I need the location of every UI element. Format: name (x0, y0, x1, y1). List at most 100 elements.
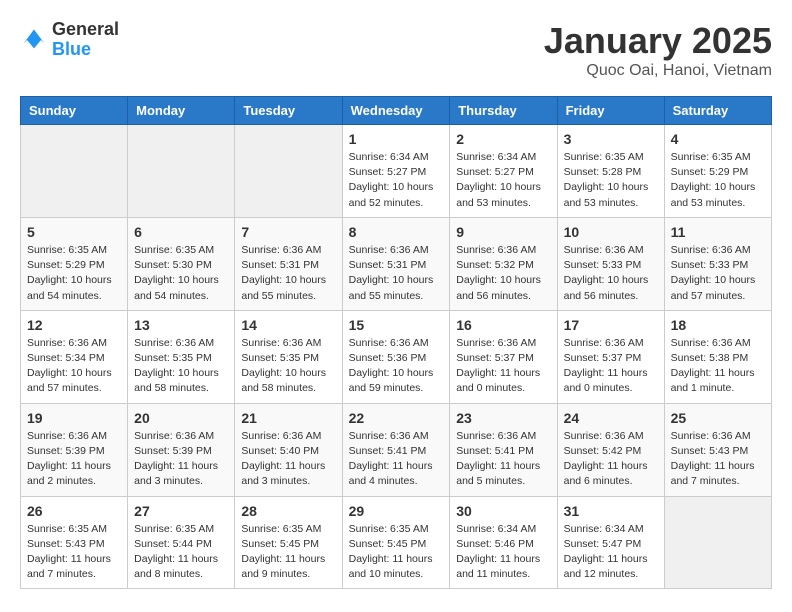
calendar-cell: 29Sunrise: 6:35 AM Sunset: 5:45 PM Dayli… (342, 496, 450, 589)
day-info: Sunrise: 6:35 AM Sunset: 5:43 PM Dayligh… (27, 522, 121, 583)
day-info: Sunrise: 6:34 AM Sunset: 5:27 PM Dayligh… (456, 150, 550, 211)
logo-text: General Blue (52, 20, 119, 60)
logo-general: General (52, 20, 119, 40)
day-info: Sunrise: 6:36 AM Sunset: 5:38 PM Dayligh… (671, 336, 765, 397)
calendar-week-2: 5 Sunrise: 6:35 AM Sunset: 5:29 PM Daylig… (21, 217, 772, 310)
day-number: 24 (564, 410, 658, 426)
column-header-thursday: Thursday (450, 97, 557, 125)
day-number: 1 (349, 131, 444, 147)
day-number: 11 (671, 224, 765, 240)
day-number: 17 (564, 317, 658, 333)
day-number: 13 (134, 317, 228, 333)
day-info: Sunrise: 6:34 AM Sunset: 5:47 PM Dayligh… (564, 522, 658, 583)
day-number: 31 (564, 503, 658, 519)
day-number: 25 (671, 410, 765, 426)
day-info: Sunrise: 6:35 AM Sunset: 5:28 PM Dayligh… (564, 150, 658, 211)
day-info: Sunrise: 6:36 AM Sunset: 5:35 PM Dayligh… (134, 336, 228, 397)
calendar-header-row: SundayMondayTuesdayWednesdayThursdayFrid… (21, 97, 772, 125)
column-header-monday: Monday (128, 97, 235, 125)
day-number: 10 (564, 224, 658, 240)
day-info: Sunrise: 6:35 AM Sunset: 5:30 PM Dayligh… (134, 243, 228, 304)
calendar-cell: 27Sunrise: 6:35 AM Sunset: 5:44 PM Dayli… (128, 496, 235, 589)
calendar-cell: 20 Sunrise: 6:36 AM Sunset: 5:39 PM Dayli… (128, 403, 235, 496)
calendar-cell (128, 125, 235, 218)
day-info: Sunrise: 6:36 AM Sunset: 5:32 PM Dayligh… (456, 243, 550, 304)
day-info: Sunrise: 6:36 AM Sunset: 5:34 PM Dayligh… (27, 336, 121, 397)
calendar-cell: 23Sunrise: 6:36 AM Sunset: 5:41 PM Dayli… (450, 403, 557, 496)
day-info: Sunrise: 6:36 AM Sunset: 5:36 PM Dayligh… (349, 336, 444, 397)
day-number: 23 (456, 410, 550, 426)
calendar-cell: 6 Sunrise: 6:35 AM Sunset: 5:30 PM Daylig… (128, 217, 235, 310)
day-info: Sunrise: 6:35 AM Sunset: 5:29 PM Dayligh… (671, 150, 765, 211)
calendar-cell: 30Sunrise: 6:34 AM Sunset: 5:46 PM Dayli… (450, 496, 557, 589)
day-number: 3 (564, 131, 658, 147)
calendar-cell: 5 Sunrise: 6:35 AM Sunset: 5:29 PM Daylig… (21, 217, 128, 310)
column-header-tuesday: Tuesday (235, 97, 342, 125)
day-number: 16 (456, 317, 550, 333)
day-info: Sunrise: 6:36 AM Sunset: 5:39 PM Dayligh… (27, 429, 121, 490)
calendar-cell: 11 Sunrise: 6:36 AM Sunset: 5:33 PM Dayli… (664, 217, 771, 310)
calendar-week-1: 1 Sunrise: 6:34 AM Sunset: 5:27 PM Daylig… (21, 125, 772, 218)
column-header-friday: Friday (557, 97, 664, 125)
calendar-cell: 9 Sunrise: 6:36 AM Sunset: 5:32 PM Daylig… (450, 217, 557, 310)
calendar-cell: 25 Sunrise: 6:36 AM Sunset: 5:43 PM Dayli… (664, 403, 771, 496)
day-info: Sunrise: 6:35 AM Sunset: 5:29 PM Dayligh… (27, 243, 121, 304)
day-number: 30 (456, 503, 550, 519)
calendar-cell: 24Sunrise: 6:36 AM Sunset: 5:42 PM Dayli… (557, 403, 664, 496)
calendar-cell: 10 Sunrise: 6:36 AM Sunset: 5:33 PM Dayli… (557, 217, 664, 310)
calendar-cell: 12 Sunrise: 6:36 AM Sunset: 5:34 PM Dayli… (21, 310, 128, 403)
day-number: 20 (134, 410, 228, 426)
day-info: Sunrise: 6:36 AM Sunset: 5:43 PM Dayligh… (671, 429, 765, 490)
calendar-cell: 13 Sunrise: 6:36 AM Sunset: 5:35 PM Dayli… (128, 310, 235, 403)
day-number: 12 (27, 317, 121, 333)
page-header: General Blue January 2025 Quoc Oai, Hano… (20, 20, 772, 80)
calendar-cell: 22 Sunrise: 6:36 AM Sunset: 5:41 PM Dayli… (342, 403, 450, 496)
day-number: 5 (27, 224, 121, 240)
day-info: Sunrise: 6:36 AM Sunset: 5:33 PM Dayligh… (671, 243, 765, 304)
day-info: Sunrise: 6:36 AM Sunset: 5:39 PM Dayligh… (134, 429, 228, 490)
day-number: 22 (349, 410, 444, 426)
day-info: Sunrise: 6:36 AM Sunset: 5:37 PM Dayligh… (564, 336, 658, 397)
calendar-cell (235, 125, 342, 218)
calendar-cell: 4 Sunrise: 6:35 AM Sunset: 5:29 PM Daylig… (664, 125, 771, 218)
day-number: 15 (349, 317, 444, 333)
day-info: Sunrise: 6:36 AM Sunset: 5:31 PM Dayligh… (241, 243, 335, 304)
day-info: Sunrise: 6:36 AM Sunset: 5:33 PM Dayligh… (564, 243, 658, 304)
day-info: Sunrise: 6:36 AM Sunset: 5:40 PM Dayligh… (241, 429, 335, 490)
calendar-cell: 19 Sunrise: 6:36 AM Sunset: 5:39 PM Dayli… (21, 403, 128, 496)
day-number: 19 (27, 410, 121, 426)
calendar-cell: 8 Sunrise: 6:36 AM Sunset: 5:31 PM Daylig… (342, 217, 450, 310)
day-number: 7 (241, 224, 335, 240)
day-number: 14 (241, 317, 335, 333)
calendar-cell: 2Sunrise: 6:34 AM Sunset: 5:27 PM Daylig… (450, 125, 557, 218)
day-number: 9 (456, 224, 550, 240)
calendar-cell: 14 Sunrise: 6:36 AM Sunset: 5:35 PM Dayli… (235, 310, 342, 403)
day-number: 27 (134, 503, 228, 519)
calendar-cell: 21Sunrise: 6:36 AM Sunset: 5:40 PM Dayli… (235, 403, 342, 496)
calendar-cell (664, 496, 771, 589)
column-header-sunday: Sunday (21, 97, 128, 125)
calendar-cell: 18 Sunrise: 6:36 AM Sunset: 5:38 PM Dayli… (664, 310, 771, 403)
calendar-cell: 3 Sunrise: 6:35 AM Sunset: 5:28 PM Daylig… (557, 125, 664, 218)
calendar-title: January 2025 (544, 20, 772, 62)
day-info: Sunrise: 6:36 AM Sunset: 5:35 PM Dayligh… (241, 336, 335, 397)
day-number: 18 (671, 317, 765, 333)
calendar-cell: 28Sunrise: 6:35 AM Sunset: 5:45 PM Dayli… (235, 496, 342, 589)
day-info: Sunrise: 6:36 AM Sunset: 5:41 PM Dayligh… (349, 429, 444, 490)
logo-blue: Blue (52, 40, 119, 60)
calendar-cell: 17 Sunrise: 6:36 AM Sunset: 5:37 PM Dayli… (557, 310, 664, 403)
day-number: 29 (349, 503, 444, 519)
title-block: January 2025 Quoc Oai, Hanoi, Vietnam (544, 20, 772, 80)
day-number: 28 (241, 503, 335, 519)
calendar-week-5: 26Sunrise: 6:35 AM Sunset: 5:43 PM Dayli… (21, 496, 772, 589)
column-header-wednesday: Wednesday (342, 97, 450, 125)
day-number: 4 (671, 131, 765, 147)
day-number: 6 (134, 224, 228, 240)
day-number: 8 (349, 224, 444, 240)
calendar-subtitle: Quoc Oai, Hanoi, Vietnam (544, 62, 772, 80)
calendar-week-4: 19 Sunrise: 6:36 AM Sunset: 5:39 PM Dayli… (21, 403, 772, 496)
day-info: Sunrise: 6:34 AM Sunset: 5:27 PM Dayligh… (349, 150, 444, 211)
day-info: Sunrise: 6:36 AM Sunset: 5:31 PM Dayligh… (349, 243, 444, 304)
calendar-week-3: 12 Sunrise: 6:36 AM Sunset: 5:34 PM Dayli… (21, 310, 772, 403)
day-info: Sunrise: 6:36 AM Sunset: 5:37 PM Dayligh… (456, 336, 550, 397)
